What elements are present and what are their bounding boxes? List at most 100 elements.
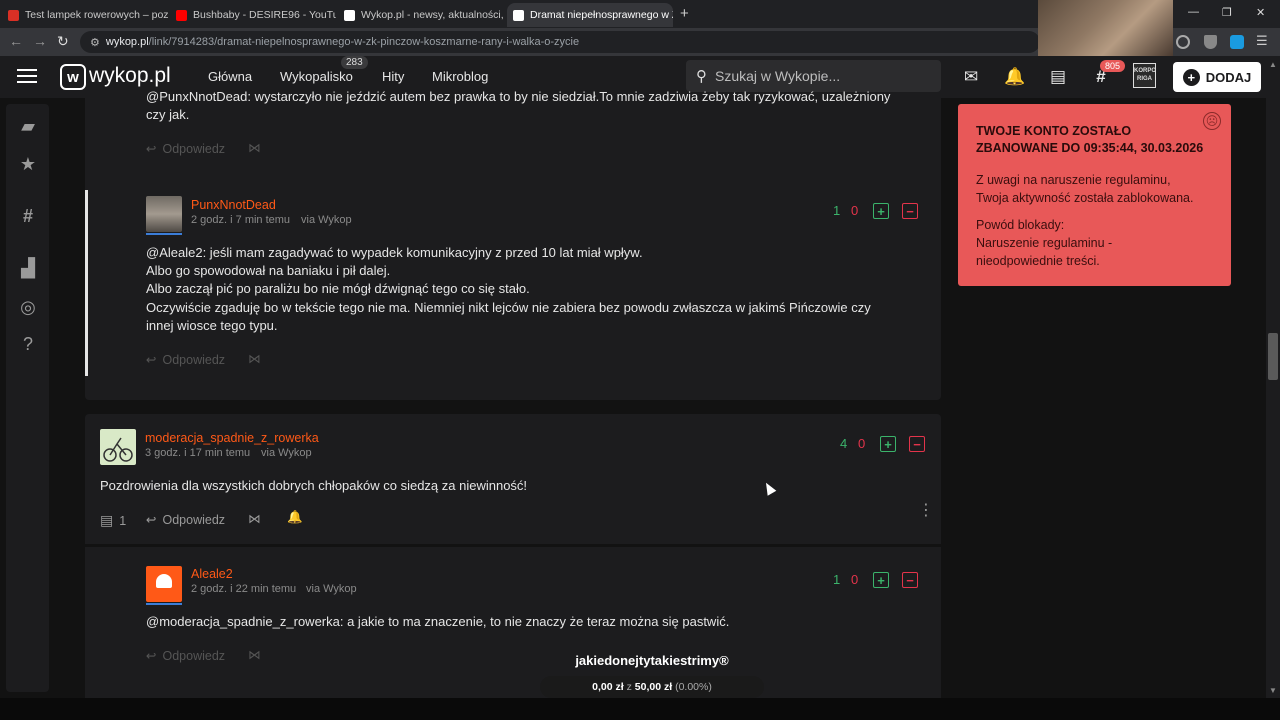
vote-down-button[interactable]: − [909, 436, 925, 452]
vote-down-button[interactable]: − [902, 203, 918, 219]
url-host: wykop.pl [105, 36, 149, 48]
avatar[interactable] [100, 429, 136, 465]
wykop-logo-icon[interactable]: w [60, 64, 86, 90]
ban-message-line: Z uwagi na naruszenie regulaminu, [976, 173, 1171, 187]
avatar-underline [146, 603, 182, 605]
browser-tab-active[interactable]: Dramat niepełnosprawnego w Z ✕ [507, 3, 673, 27]
comment-text: @Aleale2: jeśli mam zagadywać to wypadek… [146, 244, 926, 335]
extension-icon[interactable] [1176, 35, 1190, 49]
comment-author[interactable]: Aleale2 [191, 567, 233, 581]
reload-icon[interactable]: ↻ [57, 33, 69, 50]
thread-indicator [85, 190, 88, 376]
reply-button[interactable]: ↩ Odpowiedz [146, 648, 226, 664]
bottom-strip [0, 698, 1280, 720]
comments-icon: ▤ [100, 512, 114, 528]
site-info-icon[interactable]: ⚙ [90, 36, 100, 49]
reply-label: Odpowiedz [162, 648, 226, 663]
close-window-button[interactable]: ✕ [1256, 6, 1265, 19]
ban-reason-label: Powód blokady: [976, 218, 1065, 232]
webcam-overlay [1038, 0, 1173, 64]
comment-text-partial: @PunxNnotDead: wystarczyło nie jeździć a… [146, 89, 891, 104]
extensions-menu-icon[interactable]: ☰ [1256, 33, 1268, 49]
votes-up-count: 4 [840, 436, 848, 451]
notification-bell-icon[interactable]: 🔔 [287, 510, 303, 525]
scroll-up-arrow-icon[interactable]: ▲ [1269, 60, 1277, 69]
ban-notice-panel: TWOJE KONTO ZOSTAŁO ZBANOWANE DO 09:35:4… [958, 104, 1231, 286]
user-avatar[interactable]: KORPO RIGA [1133, 63, 1156, 88]
sidebar-tags-hash-icon[interactable]: # [17, 205, 39, 227]
shield-extension-icon[interactable] [1204, 35, 1217, 49]
browser-tab[interactable]: Test lampek rowerowych – pozn ✕ [2, 3, 168, 27]
mention-link[interactable]: @moderacja_spadnie_z_rowerka [146, 614, 340, 629]
left-sidebar: ▰ ★ # ▟ ◎ ? [6, 104, 49, 692]
sidebar-help-icon[interactable]: ? [17, 333, 39, 355]
new-tab-button[interactable]: + [680, 5, 689, 22]
extension-icon[interactable] [1230, 35, 1244, 49]
share-icon[interactable]: ⋈ [248, 140, 261, 155]
nav-wykopalisko[interactable]: Wykopalisko [280, 69, 353, 84]
avatar[interactable] [146, 566, 182, 602]
vote-up-button[interactable]: + [880, 436, 896, 452]
browser-tab[interactable]: Wykop.pl - newsy, aktualności, g ✕ [338, 3, 504, 27]
share-icon[interactable]: ⋈ [248, 511, 261, 526]
comment-via: via Wykop [306, 583, 357, 595]
hamburger-menu-icon[interactable] [17, 69, 37, 85]
url-field[interactable]: ⚙ wykop.pl/link/7914283/dramat-niepelnos… [80, 31, 1040, 53]
sad-face-icon: ☹ [1203, 112, 1221, 130]
logo-text[interactable]: wykop.pl [89, 64, 171, 88]
notifications-bell-icon[interactable]: 🔔 [1004, 66, 1026, 88]
search-placeholder: Szukaj w Wykopie... [715, 68, 841, 84]
vote-down-button[interactable]: − [902, 572, 918, 588]
reply-arrow-icon: ↩ [146, 353, 157, 367]
nav-hity[interactable]: Hity [382, 69, 404, 84]
comment-line: Oczywiście zgaduję bo w tekście tego nie… [146, 299, 871, 315]
comment-author[interactable]: moderacja_spadnie_z_rowerka [145, 431, 319, 445]
sidebar-links-icon[interactable]: ▰ [17, 115, 39, 137]
replies-count-button[interactable]: ▤ 1 [100, 512, 126, 529]
sidebar-ranking-icon[interactable]: ▟ [17, 257, 39, 279]
nav-glowna[interactable]: Główna [208, 69, 252, 84]
sidebar-favorites-star-icon[interactable]: ★ [17, 153, 39, 175]
tab-title: Bushbaby - DESIRE96 - YouTube [193, 9, 336, 21]
messages-envelope-icon[interactable]: ✉ [960, 66, 982, 88]
maximize-button[interactable]: ❐ [1222, 6, 1232, 19]
tab-title: Wykop.pl - newsy, aktualności, g [361, 9, 504, 21]
share-icon[interactable]: ⋈ [248, 351, 261, 366]
comment-line: Albo go spowodował na baniaku i pił dale… [146, 263, 391, 279]
add-button[interactable]: + DODAJ [1173, 62, 1261, 92]
vote-up-button[interactable]: + [873, 572, 889, 588]
avatar[interactable] [146, 196, 182, 232]
tab-title: Test lampek rowerowych – pozn [25, 9, 168, 21]
reply-button[interactable]: ↩ Odpowiedz [146, 352, 225, 368]
back-arrow-icon[interactable]: ← [9, 33, 23, 49]
share-icon[interactable]: ⋈ [248, 647, 261, 662]
scrollbar-thumb[interactable] [1268, 333, 1278, 380]
vote-up-button[interactable]: + [873, 203, 889, 219]
tab-favicon-icon [8, 9, 19, 21]
youtube-favicon-icon [176, 9, 187, 21]
reply-button[interactable]: ↩ Odpowiedz [146, 512, 225, 528]
ban-reason-line: nieodpowiednie treści. [976, 254, 1100, 268]
sidebar-badge-icon[interactable]: ◎ [17, 296, 39, 318]
reply-button[interactable]: ↩ Odpowiedz [146, 141, 226, 157]
reply-arrow-icon: ↩ [146, 142, 157, 156]
mention-link[interactable]: @Aleale2 [146, 245, 203, 260]
minimize-button[interactable]: — [1188, 6, 1199, 18]
more-options-icon[interactable]: ⋮ [918, 503, 934, 519]
forward-arrow-icon[interactable]: → [33, 33, 47, 49]
avatar-underline [146, 233, 182, 235]
donation-goal: 50,00 zł [634, 681, 673, 693]
comment-author[interactable]: PunxNnotDead [191, 198, 276, 212]
scroll-down-arrow-icon[interactable]: ▼ [1269, 686, 1277, 695]
bicycle-avatar-icon [103, 437, 133, 462]
chat-icon[interactable]: ▤ [1047, 66, 1069, 88]
tag-count-badge: 805 [1100, 60, 1126, 72]
donation-separator: z [626, 681, 632, 693]
donation-goal-bar: 0,00 zł z 50,00 zł (0.00%) [540, 676, 764, 698]
browser-tab[interactable]: Bushbaby - DESIRE96 - YouTube ✕ [170, 3, 336, 27]
votes-down-count: 0 [851, 203, 859, 218]
nav-mikroblog[interactable]: Mikroblog [432, 69, 488, 84]
comment-line: Albo zaczął pić po paraliżu bo nie mógł … [146, 281, 530, 297]
reply-label: Odpowiedz [162, 141, 226, 156]
votes-down-count: 0 [851, 572, 859, 587]
